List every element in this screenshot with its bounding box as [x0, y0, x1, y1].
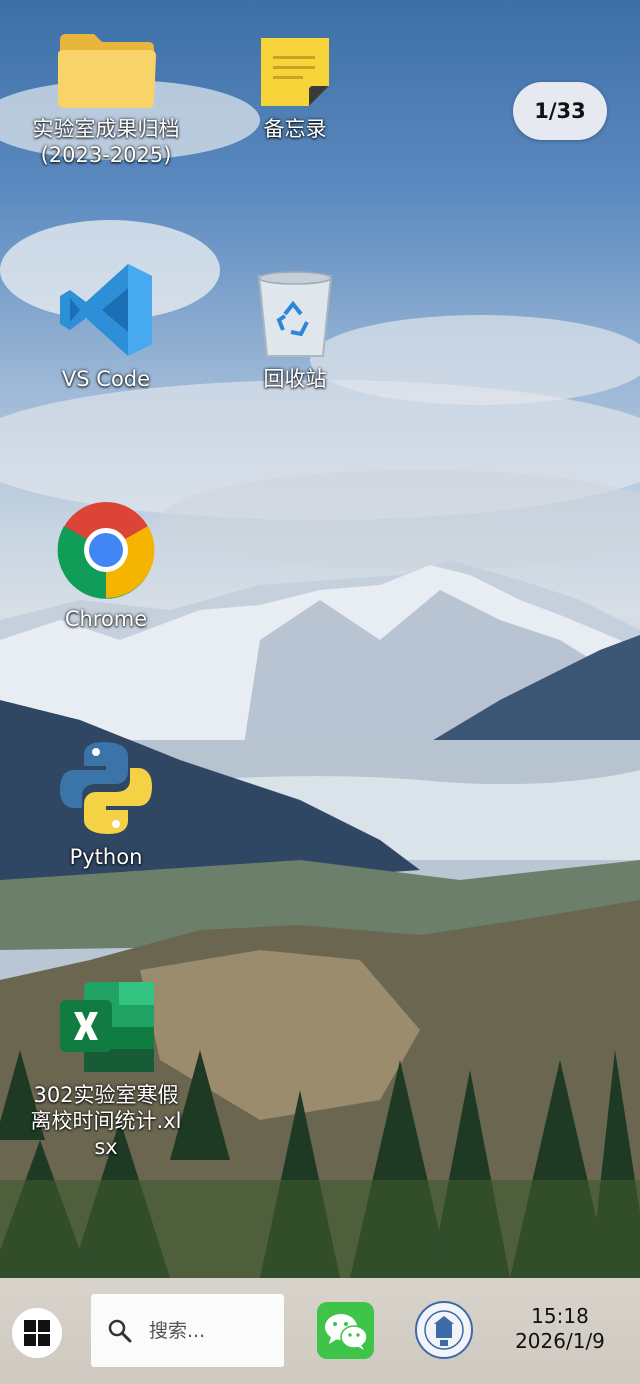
search-input[interactable]: [147, 1318, 271, 1343]
sticky-note-icon: [240, 0, 350, 110]
chrome-icon: [51, 490, 161, 600]
vscode-icon: [51, 250, 161, 360]
search-icon: [108, 1319, 132, 1342]
excel-icon: [51, 966, 161, 1076]
page-indicator: 1/33: [513, 82, 607, 140]
desktop-icon-label: Python: [69, 845, 143, 869]
desktop-icon-excel[interactable]: 302实验室寒假离校时间统计.xlsx: [21, 966, 191, 1160]
wechat-taskbar-button[interactable]: [317, 1302, 374, 1359]
desktop-icon-label: 302实验室寒假离校时间统计.xlsx: [30, 1083, 182, 1159]
desktop-icon-python[interactable]: Python: [21, 728, 191, 870]
desktop-icon-recycle-bin[interactable]: 回收站: [210, 250, 380, 392]
recycle-bin-icon: [240, 250, 350, 360]
desktop-icon-label: Chrome: [64, 607, 148, 631]
university-app-button[interactable]: [414, 1300, 474, 1360]
clock-time: 15:18: [531, 1304, 589, 1328]
taskbar: 15:18 2026/1/9: [0, 1278, 640, 1384]
desktop-icon-vscode[interactable]: VS Code: [21, 250, 191, 392]
clock-date: 2026/1/9: [515, 1329, 605, 1353]
folder-icon: [51, 0, 161, 110]
desktop-icon-label: 实验室成果归档(2023-2025): [32, 117, 180, 167]
wechat-icon: [324, 1313, 368, 1350]
desktop-icon-memo[interactable]: 备忘录: [210, 0, 380, 142]
start-button[interactable]: [12, 1308, 62, 1358]
desktop-icon-label: 回收站: [263, 367, 327, 391]
desktop-icon-folder[interactable]: 实验室成果归档(2023-2025): [21, 0, 191, 168]
desktop-icon-label: 备忘录: [263, 117, 327, 141]
taskbar-search[interactable]: [91, 1294, 284, 1367]
university-logo-icon: [415, 1301, 473, 1359]
desktop-icon-chrome[interactable]: Chrome: [21, 490, 191, 632]
desktop-icon-label: VS Code: [61, 367, 151, 391]
windows-icon: [24, 1320, 50, 1346]
system-clock[interactable]: 15:18 2026/1/9: [505, 1304, 615, 1354]
python-icon: [51, 728, 161, 838]
